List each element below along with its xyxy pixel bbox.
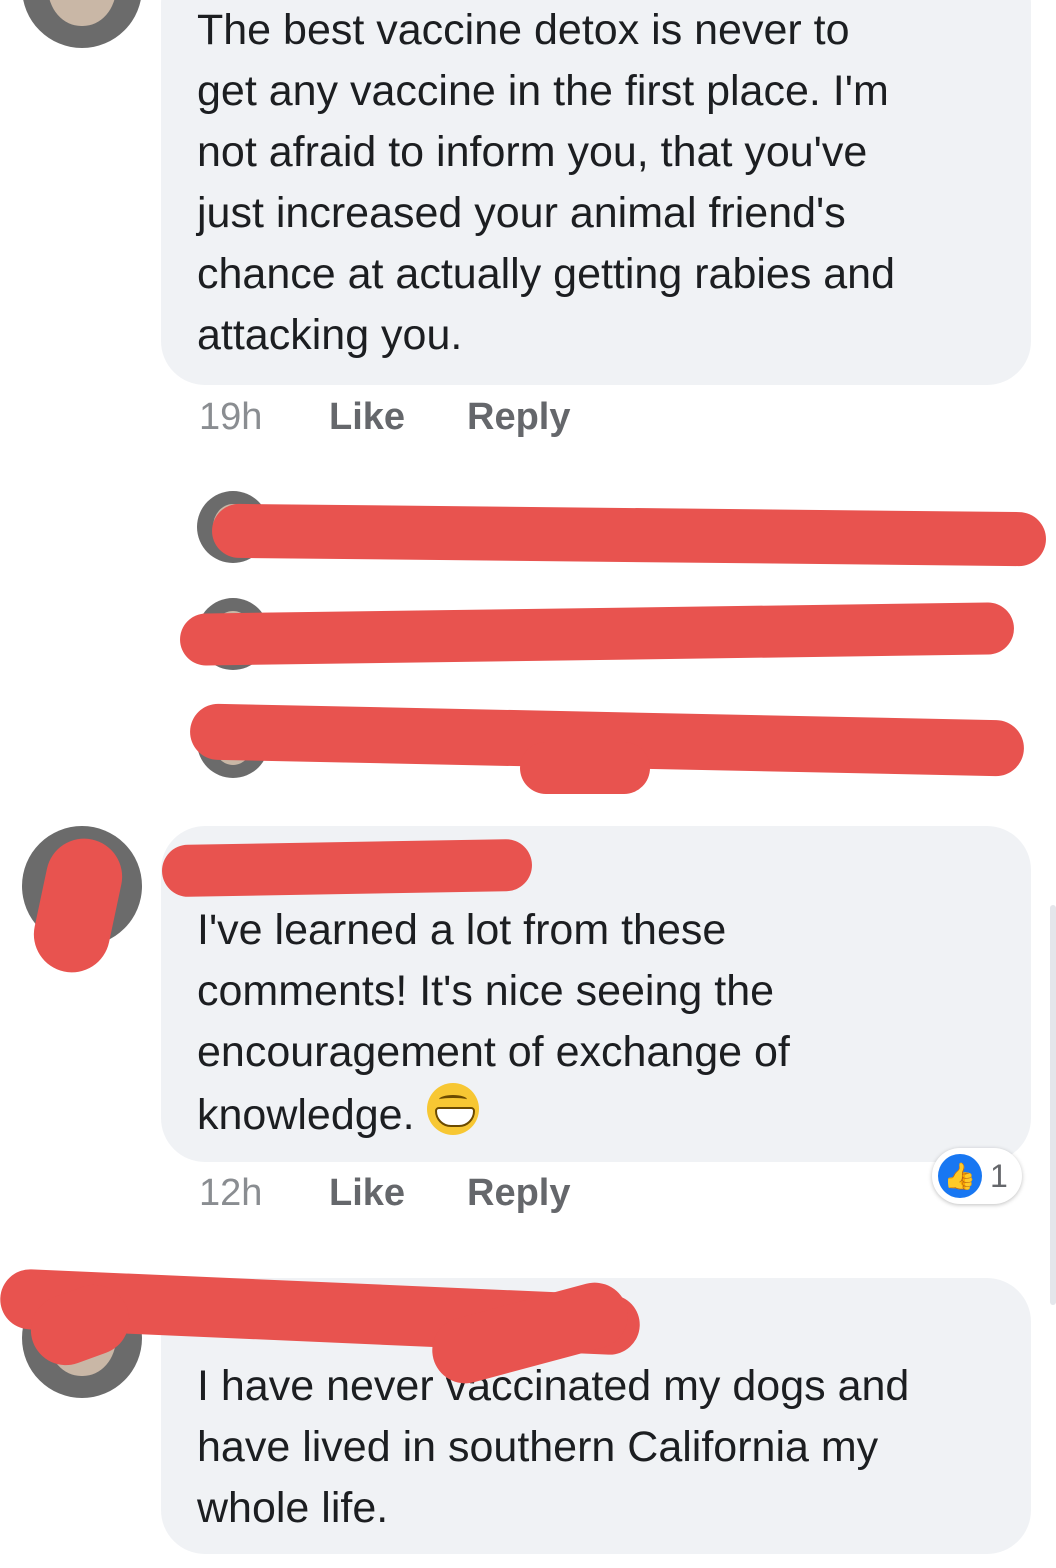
like-icon: 👍: [938, 1154, 982, 1198]
comment-text: I've learned a lot from these comments! …: [197, 900, 995, 1146]
avatar-face: [48, 0, 116, 27]
comment-text: The best vaccine detox is never to get a…: [197, 6, 896, 359]
redaction-mark: [520, 742, 650, 794]
reaction-count: 1: [990, 1158, 1008, 1194]
scrollbar[interactable]: [1050, 905, 1056, 1305]
comment-bubble: The best vaccine detox is never to get a…: [161, 0, 1031, 385]
like-button[interactable]: Like: [329, 1168, 405, 1218]
redaction-mark: [211, 503, 1047, 567]
redaction-mark: [179, 602, 1015, 666]
like-button[interactable]: Like: [329, 392, 405, 442]
reply-button[interactable]: Reply: [467, 1168, 570, 1218]
reply-button[interactable]: Reply: [467, 392, 570, 442]
comment-timestamp[interactable]: 12h: [199, 1168, 262, 1218]
redaction-mark: [161, 838, 533, 898]
comment-text: I have never vaccinated my dogs and have…: [197, 1362, 910, 1532]
grinning-face-emoji: [426, 1083, 479, 1135]
comment-text-body: I've learned a lot from these comments! …: [197, 906, 790, 1139]
commenter-avatar[interactable]: [22, 0, 142, 48]
reaction-summary[interactable]: 👍 1: [932, 1148, 1022, 1204]
comment-timestamp[interactable]: 19h: [199, 392, 262, 442]
